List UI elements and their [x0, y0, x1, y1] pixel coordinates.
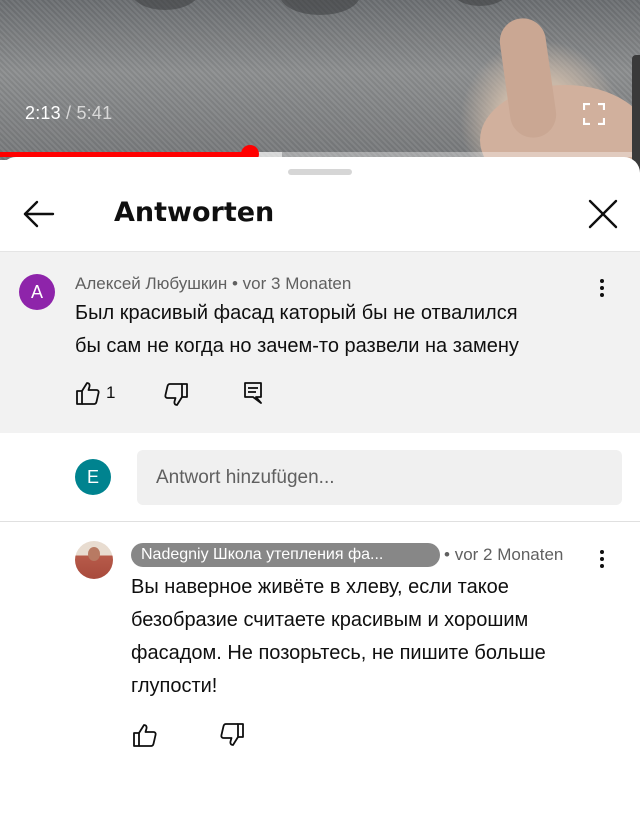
current-time: 2:13 [25, 103, 61, 123]
avatar[interactable] [75, 541, 113, 579]
video-frame-hand [480, 85, 640, 160]
reply-button[interactable] [243, 381, 263, 405]
video-frame-shape [450, 0, 510, 6]
video-frame-shape [130, 0, 200, 10]
reply-text-line: фасадом. Не позорьтесь, не пишите больше [131, 642, 546, 664]
reply-meta: • vor 2 Monaten [444, 545, 563, 565]
reply-age: vor 2 Monaten [454, 545, 564, 564]
like-count: 1 [106, 383, 116, 402]
reply-input[interactable]: Antwort hinzufügen... [137, 450, 622, 505]
avatar-letter: E [86, 467, 99, 487]
parent-comment: A Алексей Любушкин • vor 3 Monaten Был к… [0, 252, 640, 433]
channel-name: Nadegniy Школа утепления фа... [141, 546, 384, 563]
close-icon[interactable] [586, 197, 620, 231]
thumb-up-icon [133, 724, 157, 747]
video-time: 2:13 / 5:41 [25, 103, 112, 124]
sheet-title: Antworten [114, 197, 275, 228]
channel-name-badge[interactable]: Nadegniy Школа утепления фа... [131, 543, 440, 567]
dislike-button[interactable] [163, 382, 189, 408]
thumb-down-icon [220, 723, 244, 746]
video-frame-shape [280, 0, 360, 15]
like-button[interactable] [132, 722, 158, 748]
replies-sheet: Antworten A Алексей Любушкин • vor 3 Mon… [0, 157, 640, 815]
back-arrow-icon[interactable] [22, 199, 56, 229]
dislike-button[interactable] [219, 722, 245, 748]
drag-handle[interactable] [288, 169, 352, 175]
comment-author[interactable]: Алексей Любушкин [75, 274, 227, 293]
like-button[interactable] [75, 380, 101, 406]
meta-dot: • [231, 274, 238, 293]
avatar-face [88, 547, 100, 561]
reply-text-line: глупости! [131, 675, 218, 697]
comment-meta: Алексей Любушкин • vor 3 Monaten [75, 274, 351, 294]
video-duration: 5:41 [76, 103, 113, 123]
divider [0, 521, 640, 522]
thumb-down-icon [164, 383, 188, 406]
reply-text: Вы наверное живёте в хлеву, если такое б… [131, 571, 546, 703]
comment-text-line: бы сам не когда но зачем-то развели на з… [75, 335, 519, 357]
video-player[interactable]: 2:13 / 5:41 [0, 0, 640, 160]
fullscreen-icon[interactable] [582, 102, 606, 126]
avatar-letter: A [30, 282, 43, 302]
comment-text-line: Был красивый фасад каторый бы не отвалил… [75, 302, 518, 324]
avatar[interactable]: E [75, 459, 111, 495]
meta-dot: • [444, 545, 450, 564]
comment-age: vor 3 Monaten [242, 274, 352, 293]
avatar[interactable]: A [19, 274, 55, 310]
reply-text-line: Вы наверное живёте в хлеву, если такое [131, 576, 509, 598]
thumb-up-icon [76, 382, 100, 405]
more-vert-icon[interactable] [594, 547, 610, 573]
reply-input-placeholder: Antwort hinzufügen... [156, 467, 335, 488]
comment-text: Был красивый фасад каторый бы не отвалил… [75, 297, 519, 363]
sheet-header: Antworten [0, 177, 640, 252]
reply-icon [244, 382, 262, 404]
reply-text-line: безобразие считаете красивым и хорошим [131, 609, 529, 631]
time-separator: / [66, 103, 72, 123]
more-vert-icon[interactable] [594, 276, 610, 302]
